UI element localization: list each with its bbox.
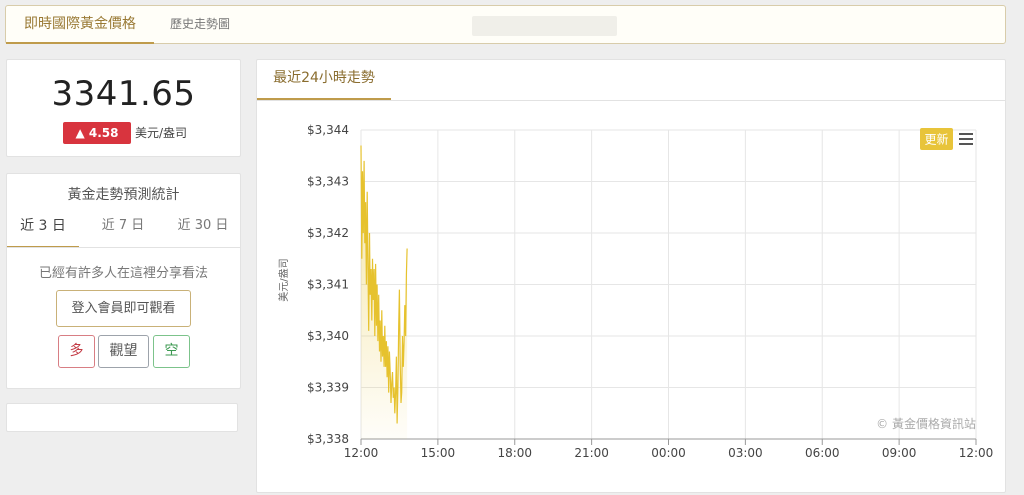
tab-realtime-gold-price[interactable]: 即時國際黃金價格: [6, 6, 154, 44]
hamburger-menu-icon[interactable]: [959, 133, 973, 145]
top-nav: 即時國際黃金價格 歷史走勢圖: [5, 5, 1006, 44]
y-tick-label: $3,341: [307, 278, 349, 292]
forecast-panel: 黃金走勢預測統計 近 3 日 近 7 日 近 30 日 已經有許多人在這裡分享看…: [6, 173, 241, 389]
refresh-button-label[interactable]: 更新: [924, 132, 948, 147]
vote-hold-button[interactable]: 觀望: [98, 335, 149, 368]
forecast-tab-30-days[interactable]: 近 30 日: [167, 216, 239, 248]
y-tick-label: $3,343: [307, 175, 349, 189]
x-tick-label: 12:00: [344, 446, 379, 460]
forecast-tab-3-days[interactable]: 近 3 日: [7, 216, 79, 248]
forecast-title: 黃金走勢預測統計: [67, 187, 180, 203]
y-tick-label: $3,340: [307, 329, 349, 343]
x-tick-label: 00:00: [651, 446, 686, 460]
refresh-button[interactable]: 更新: [920, 128, 953, 150]
x-tick-label: 15:00: [421, 446, 456, 460]
x-tick-label: 09:00: [882, 446, 917, 460]
empty-panel: [6, 403, 238, 432]
forecast-message: 已經有許多人在這裡分享看法: [38, 266, 208, 281]
x-tick-label: 21:00: [574, 446, 609, 460]
vote-bull-button[interactable]: 多: [58, 335, 95, 368]
y-tick-label: $3,344: [307, 123, 349, 137]
x-tick-label: 12:00: [959, 446, 994, 460]
forecast-divider: [7, 247, 240, 248]
faded-overlay-placeholder: [472, 16, 617, 36]
x-tick-label: 03:00: [728, 446, 763, 460]
x-tick-label: 06:00: [805, 446, 840, 460]
forecast-tab-7-days[interactable]: 近 7 日: [87, 216, 159, 248]
chart-panel: 最近24小時走勢 $3,344 $3,343 $3,342 $3,341 $3,340 $…: [256, 59, 1006, 493]
vote-bear-button[interactable]: 空: [153, 335, 190, 368]
member-login-button[interactable]: 登入會員即可觀看: [56, 290, 191, 327]
price-change-badge: ▲ 4.58: [63, 122, 131, 144]
current-price: 3341.65: [51, 74, 196, 114]
y-tick-label: $3,342: [307, 226, 349, 240]
chart-credit: © 黃金價格資訊站: [876, 416, 976, 431]
y-tick-label: $3,339: [307, 381, 349, 395]
price-unit: 美元/盎司: [135, 126, 188, 140]
x-tick-label: 18:00: [497, 446, 532, 460]
tab-history-chart[interactable]: 歷史走勢圖: [158, 6, 242, 44]
price-chart: $3,344 $3,343 $3,342 $3,341 $3,340 $3,339 $3,3…: [277, 123, 994, 460]
price-panel: 3341.65 ▲ 4.58 美元/盎司: [6, 59, 241, 157]
y-axis-title: 美元/盎司: [277, 258, 290, 301]
y-tick-label: $3,338: [307, 432, 349, 446]
